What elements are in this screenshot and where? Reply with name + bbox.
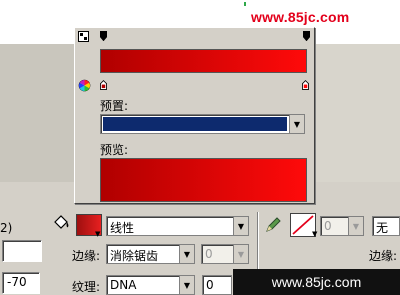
stroke-dropdown-icon: ▼: [312, 230, 318, 238]
stroke-amount: 0: [324, 219, 332, 233]
texture-amount: 0: [206, 278, 214, 292]
gradient-toggle-icon[interactable]: [78, 31, 89, 42]
preview-label: 预览:: [100, 143, 129, 157]
left-field[interactable]: [2, 240, 42, 262]
edge-amount: 0: [205, 247, 213, 261]
gradient-ramp[interactable]: [100, 49, 307, 73]
watermark-top: www.85jc.com: [251, 9, 350, 25]
color-wheel-icon[interactable]: [78, 79, 91, 92]
chevron-down-icon[interactable]: ▼: [179, 245, 194, 263]
swatch-dropdown-icon: ▼: [95, 230, 101, 238]
left-value-field[interactable]: -70: [2, 272, 40, 294]
texture-value: DNA: [110, 278, 137, 292]
texture-label: 纹理:: [72, 280, 101, 294]
color-stop-right[interactable]: [302, 80, 309, 90]
chevron-down-icon[interactable]: ▼: [233, 217, 248, 235]
edge-label: 边缘:: [72, 249, 101, 263]
fill-type-value: 线性: [110, 221, 135, 235]
pencil-icon[interactable]: [264, 216, 282, 234]
edge-amount-field[interactable]: 0 ▼: [201, 244, 249, 264]
preset-label: 预置:: [100, 99, 129, 113]
fill-type-select[interactable]: 线性 ▼: [106, 216, 249, 236]
chevron-down-icon[interactable]: ▼: [289, 115, 304, 133]
edge-value: 消除锯齿: [110, 249, 159, 263]
opacity-stop-right[interactable]: [303, 31, 310, 41]
paint-bucket-icon[interactable]: [51, 213, 71, 233]
gradient-preview: [100, 158, 307, 202]
edge-select[interactable]: 消除锯齿 ▼: [106, 244, 195, 264]
decorative-dot: [244, 2, 246, 6]
edge-label-right: 边缘:: [369, 249, 398, 263]
preset-select[interactable]: ▼: [100, 114, 305, 134]
chevron-down-icon: ▼: [348, 217, 363, 235]
chevron-down-icon[interactable]: ▼: [179, 276, 194, 294]
partial-label: 2): [0, 221, 13, 235]
texture-amount-field[interactable]: 0: [202, 275, 232, 295]
stroke-type-value: 无: [376, 221, 389, 235]
canvas-stage-right: [316, 44, 400, 182]
color-stop-left[interactable]: [100, 80, 107, 90]
watermark-bottom: www.85jc.com: [233, 269, 400, 295]
chevron-down-icon: ▼: [233, 245, 248, 263]
opacity-stop-left[interactable]: [100, 31, 107, 41]
texture-select[interactable]: DNA ▼: [106, 275, 195, 295]
preset-swatch: [103, 117, 287, 131]
stroke-amount-field[interactable]: 0 ▼: [320, 216, 364, 236]
gradient-editor-popup: 预置: ▼ 预览:: [74, 27, 315, 204]
stroke-type-select[interactable]: 无: [372, 216, 400, 236]
